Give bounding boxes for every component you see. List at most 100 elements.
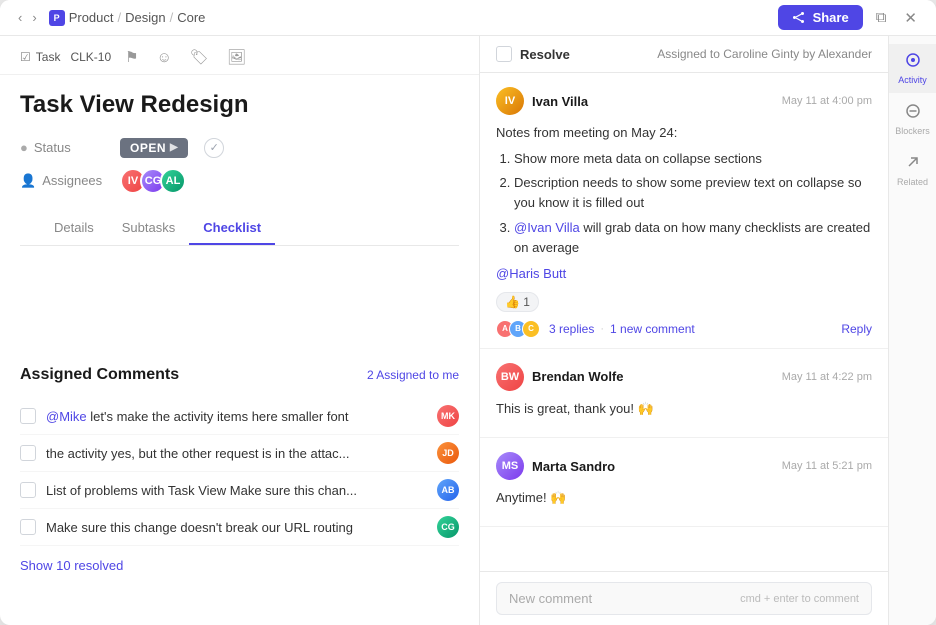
sidebar-tab-related[interactable]: Related: [889, 146, 936, 195]
share-label: Share: [813, 10, 849, 25]
comment-2-header: BW Brendan Wolfe May 11 at 4:22 pm: [496, 363, 872, 391]
comment-3-body: Anytime! 🙌: [496, 488, 872, 508]
mention-mike: @Mike: [46, 409, 87, 424]
assignee-icon: 👤: [20, 173, 36, 189]
status-badge[interactable]: OPEN ▶: [120, 138, 188, 158]
forward-button[interactable]: ›: [28, 8, 40, 27]
dot-separator: ·: [600, 323, 604, 335]
expand-button[interactable]: ⧉: [871, 7, 892, 28]
titlebar: ‹ › P Product / Design / Core Product / …: [0, 0, 936, 36]
sidebar-related-label: Related: [897, 177, 928, 187]
task-tag: ☑ Task: [20, 50, 60, 64]
comment-input-placeholder[interactable]: New comment: [509, 591, 592, 606]
comment-3-author: Marta Sandro: [532, 459, 615, 474]
breadcrumb-sep-1: /: [118, 10, 122, 25]
resolve-left: Resolve: [496, 46, 570, 62]
resolve-label[interactable]: Resolve: [520, 47, 570, 62]
comment-1-author: Ivan Villa: [532, 94, 588, 109]
resolve-checkbox[interactable]: [496, 46, 512, 62]
comment-input-area: New comment cmd + enter to comment: [496, 582, 872, 615]
assignee-avatar-3[interactable]: AL: [160, 168, 186, 194]
comment-1-list-1: Show more meta data on collapse sections: [514, 149, 872, 169]
comment-1-footer: A B C 3 replies · 1 new comment Reply: [496, 320, 872, 338]
checklist-section-title: Assigned Comments: [20, 366, 179, 384]
comments-scroll: IV Ivan Villa May 11 at 4:00 pm Notes fr…: [480, 73, 888, 571]
comment-1-reactions: 👍 1: [496, 292, 872, 312]
check-box-1[interactable]: [20, 408, 36, 424]
left-panel: ☑ Task CLK-10 ⚑ ☺ 🏷 🖼 Task View Redesign…: [0, 36, 480, 625]
comment-input-bar: New comment cmd + enter to comment: [480, 571, 888, 625]
share-button[interactable]: Share: [778, 5, 863, 30]
check-box-4[interactable]: [20, 519, 36, 535]
main-content: ☑ Task CLK-10 ⚑ ☺ 🏷 🖼 Task View Redesign…: [0, 36, 936, 625]
close-button[interactable]: ✕: [899, 7, 922, 29]
tab-details[interactable]: Details: [40, 212, 108, 245]
check-box-3[interactable]: [20, 482, 36, 498]
checklist-text-2: the activity yes, but the other request …: [46, 446, 427, 461]
comment-3-time: May 11 at 5:21 pm: [782, 460, 872, 472]
tab-subtasks[interactable]: Subtasks: [108, 212, 189, 245]
item-avatar-4: CG: [437, 516, 459, 538]
tabs: Details Subtasks Checklist: [20, 212, 459, 246]
breadcrumb-core[interactable]: Core: [177, 10, 205, 25]
comment-1-time: May 11 at 4:00 pm: [782, 95, 872, 107]
checklist-section: Assigned Comments 2 Assigned to me @Mike…: [0, 350, 479, 625]
activity-sidebar: Activity Blockers: [888, 36, 936, 625]
comment-3: MS Marta Sandro May 11 at 5:21 pm Anytim…: [480, 438, 888, 527]
flag-icon[interactable]: ⚑: [121, 46, 142, 68]
assignees-label: 👤 Assignees: [20, 173, 110, 189]
tag-icon[interactable]: 🏷: [186, 46, 213, 68]
show-resolved-link[interactable]: Show 10 resolved: [20, 558, 459, 573]
mark-done-button[interactable]: ✓: [204, 138, 224, 158]
blockers-icon: [905, 103, 921, 124]
sidebar-tab-blockers[interactable]: Blockers: [889, 95, 936, 144]
comment-2-author-row: BW Brendan Wolfe: [496, 363, 624, 391]
app-icon: P: [49, 10, 65, 26]
item-avatar-1: MK: [437, 405, 459, 427]
app-window: ‹ › P Product / Design / Core Product / …: [0, 0, 936, 625]
section-header: Assigned Comments 2 Assigned to me: [20, 366, 459, 384]
titlebar-right: Share ⧉ ✕: [778, 5, 922, 30]
comment-1-intro: Notes from meeting on May 24:: [496, 123, 872, 143]
reply-button[interactable]: Reply: [841, 322, 872, 336]
comment-1-body: Notes from meeting on May 24: Show more …: [496, 123, 872, 284]
assigned-badge[interactable]: 2 Assigned to me: [367, 368, 459, 382]
assignees-avatars: IV CG AL: [120, 168, 180, 194]
task-id: CLK-10: [70, 50, 111, 64]
right-panel: Resolve Assigned to Caroline Ginty by Al…: [480, 36, 936, 625]
breadcrumb-design[interactable]: Design: [125, 10, 165, 25]
image-icon[interactable]: 🖼: [223, 46, 250, 68]
tab-checklist[interactable]: Checklist: [189, 212, 275, 245]
nav-arrows: ‹ ›: [14, 8, 41, 27]
back-button[interactable]: ‹: [14, 8, 26, 27]
comment-2-avatar: BW: [496, 363, 524, 391]
breadcrumb-product[interactable]: Product: [69, 10, 114, 25]
item-avatar-3: AB: [437, 479, 459, 501]
ivan-mention: @Ivan Villa: [514, 220, 580, 235]
haris-mention[interactable]: @Haris Butt: [496, 266, 566, 281]
related-icon: [905, 154, 921, 175]
breadcrumb-sep-2: /: [170, 10, 174, 25]
comment-1: IV Ivan Villa May 11 at 4:00 pm Notes fr…: [480, 73, 888, 349]
check-box-2[interactable]: [20, 445, 36, 461]
assignees-row: 👤 Assignees IV CG AL: [20, 168, 459, 194]
comment-1-author-row: IV Ivan Villa: [496, 87, 588, 115]
activity-icon: [905, 52, 921, 73]
reply-avatars: A B C: [496, 320, 535, 338]
replies-link[interactable]: 3 replies: [549, 322, 594, 336]
task-content: Task View Redesign ● Status OPEN ▶ ✓: [0, 75, 479, 350]
thumbsup-reaction[interactable]: 👍 1: [496, 292, 539, 312]
checklist-item-2: the activity yes, but the other request …: [20, 435, 459, 472]
checklist-text-1: @Mike let's make the activity items here…: [46, 409, 427, 424]
comment-1-list-2: Description needs to show some preview t…: [514, 173, 872, 213]
checklist-text-3: List of problems with Task View Make sur…: [46, 483, 427, 498]
new-comment-badge[interactable]: 1 new comment: [610, 322, 695, 336]
emoji-icon[interactable]: ☺: [153, 47, 176, 68]
sidebar-tab-activity[interactable]: Activity: [889, 44, 936, 93]
titlebar-left: ‹ › P Product / Design / Core Product / …: [14, 8, 205, 27]
comments-area: Resolve Assigned to Caroline Ginty by Al…: [480, 36, 888, 625]
item-avatar-2: JD: [437, 442, 459, 464]
comment-2-author: Brendan Wolfe: [532, 369, 624, 384]
status-icon: ●: [20, 140, 28, 155]
status-row: ● Status OPEN ▶ ✓: [20, 138, 459, 158]
